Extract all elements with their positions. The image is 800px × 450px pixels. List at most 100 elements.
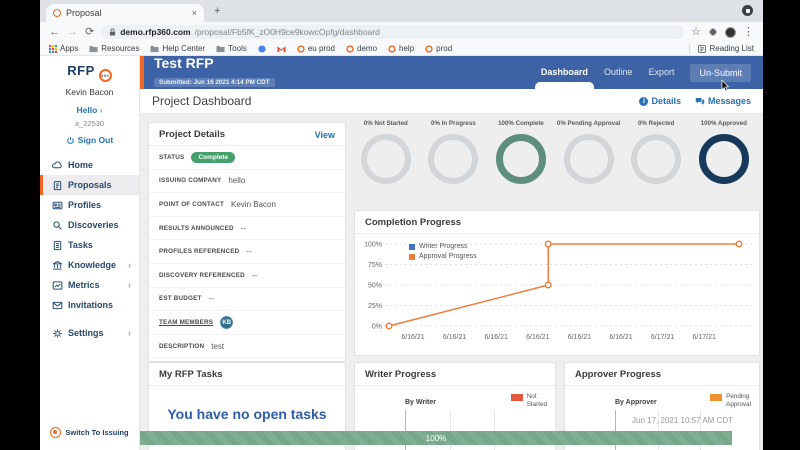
svg-text:50%: 50% <box>368 283 382 290</box>
browser-tab[interactable]: Proposal × <box>46 4 204 22</box>
detail-row: PROFILES REFERENCED -- <box>149 240 345 264</box>
page-bar: Project Dashboard i Details Messages <box>140 89 763 114</box>
un-submit-button[interactable]: Un-Submit <box>690 63 751 92</box>
back-button-icon[interactable]: ← <box>49 26 60 38</box>
account-id: a_22530 <box>74 119 105 128</box>
sidebar-item-invitations[interactable]: Invitations <box>40 295 139 315</box>
legend-item: Writer Progress <box>409 243 477 250</box>
tab-close-icon[interactable]: × <box>192 8 197 18</box>
discoveries-icon <box>52 220 63 231</box>
reading-list-label: Reading List <box>709 44 754 53</box>
last-updated-timestamp: Jun 17, 2021 10:57 AM CDT <box>632 416 733 425</box>
header-tab-dashboard[interactable]: Dashboard <box>534 56 594 89</box>
svg-text:6/16/21: 6/16/21 <box>443 334 466 341</box>
sidebar-item-settings[interactable]: Settings › <box>40 323 139 343</box>
header-tab-outline[interactable]: Outline <box>604 56 633 89</box>
progress-toast-value: 100% <box>425 433 447 443</box>
settings-icon <box>52 328 63 339</box>
detail-value: Kevin Bacon <box>231 199 276 209</box>
extensions-icon[interactable] <box>708 27 718 37</box>
detail-label: DESCRIPTION <box>159 342 205 350</box>
apps-grid-icon <box>49 44 57 53</box>
progress-ring: 0% Rejected <box>622 120 690 184</box>
reading-list-button[interactable]: Reading List <box>688 44 754 53</box>
url-bar[interactable]: demo.rfp360.com/proposal/Fb5fK_zO0H9ce9k… <box>101 25 685 39</box>
details-button[interactable]: i Details <box>639 96 681 106</box>
bookmark-item[interactable]: prod <box>425 44 452 53</box>
ring-label: 0% In Progress <box>431 120 476 127</box>
messages-button[interactable]: Messages <box>695 96 751 106</box>
tab-title: Proposal <box>66 8 102 18</box>
sidebar-item-proposals[interactable]: Proposals <box>40 175 139 195</box>
svg-text:6/16/21: 6/16/21 <box>401 334 424 341</box>
chevron-right-icon: › <box>128 280 131 290</box>
bookmark-item[interactable]: help <box>388 44 414 53</box>
progress-rings: 0% Not Started 0% In Progress 100% Complet… <box>352 120 758 184</box>
bookmark-star-icon[interactable]: ☆ <box>691 26 701 38</box>
sidebar-item-profiles[interactable]: Profiles <box>40 195 139 215</box>
detail-label: POINT OF CONTACT <box>159 200 224 208</box>
header-tab-export[interactable]: Export <box>648 56 674 89</box>
profile-avatar[interactable] <box>725 26 736 38</box>
detail-value: -- <box>246 247 252 257</box>
sidebar-item-metrics[interactable]: Metrics › <box>40 275 139 295</box>
sidebar-item-discoveries[interactable]: Discoveries <box>40 215 139 235</box>
hello-link[interactable]: Hello › <box>40 105 139 115</box>
bookmark-item[interactable]: demo <box>346 44 377 53</box>
detail-row: POINT OF CONTACT Kevin Bacon <box>149 193 345 217</box>
switch-to-issuing-button[interactable]: Switch To Issuing <box>40 427 139 438</box>
sidebar-item-tasks[interactable]: Tasks <box>40 235 139 255</box>
bookmark-item[interactable]: Help Center <box>150 44 205 53</box>
issuing-target-icon <box>50 427 62 438</box>
profiles-icon <box>52 200 63 211</box>
svg-text:100%: 100% <box>364 242 382 249</box>
detail-row: EST BUDGET -- <box>149 288 345 312</box>
rfp-favicon <box>297 44 305 53</box>
browser-toolbar: ← → ⟳ demo.rfp360.com/proposal/Fb5fK_zO0… <box>40 22 763 42</box>
app-sidebar: RFP 360 Kevin Bacon Hello › a_22530 Sign… <box>40 56 140 450</box>
ring-label: 0% Not Started <box>363 120 408 127</box>
forward-button-icon[interactable]: → <box>67 26 78 38</box>
detail-label: STATUS <box>159 153 185 161</box>
folder-icon <box>150 45 159 53</box>
detail-row: TEAM MEMBERS KB <box>149 311 345 335</box>
doc-blue-icon <box>258 44 266 53</box>
reload-button-icon[interactable]: ⟳ <box>85 26 94 38</box>
url-path: /proposal/Fb5fK_zO0H9ce9kowcOpfg/dashboa… <box>194 27 380 37</box>
invitations-icon <box>52 300 63 311</box>
project-title: Test RFP <box>154 54 214 71</box>
folder-icon <box>216 45 225 53</box>
info-icon: i <box>639 96 649 106</box>
sign-out-button[interactable]: Sign Out <box>40 135 139 145</box>
detail-row: DISCOVERY REFERENCED -- <box>149 264 345 288</box>
detail-label: RESULTS ANNOUNCED <box>159 224 234 232</box>
submitted-badge: Submitted: Jun 16 2021 4:14 PM CDT <box>154 78 275 88</box>
svg-text:25%: 25% <box>368 303 382 310</box>
sidebar-item-knowledge[interactable]: Knowledge › <box>40 255 139 275</box>
browser-menu-icon[interactable]: ⋮ <box>743 26 754 38</box>
bookmark-item[interactable] <box>258 44 266 53</box>
svg-text:6/16/21: 6/16/21 <box>568 334 591 341</box>
bookmark-item[interactable]: Tools <box>216 44 247 53</box>
progress-ring: 0% Not Started <box>352 120 420 184</box>
detail-row: ISSUING COMPANY hello <box>149 170 345 194</box>
progress-toast: 100% <box>140 431 732 445</box>
bookmark-item[interactable]: eu prod <box>297 44 335 53</box>
svg-text:6/16/21: 6/16/21 <box>485 334 508 341</box>
legend-item: Approval Progress <box>409 253 477 260</box>
team-member-avatar[interactable]: KB <box>220 315 234 329</box>
detail-label: EST BUDGET <box>159 295 202 303</box>
bookmark-item[interactable]: Apps <box>49 44 78 53</box>
bookmark-item[interactable] <box>277 45 286 53</box>
detail-row: STATUS Complete <box>149 146 345 170</box>
view-link[interactable]: View <box>315 130 335 140</box>
new-tab-button[interactable]: + <box>214 5 220 17</box>
detail-row: DESCRIPTION test <box>149 335 345 359</box>
sidebar-item-home[interactable]: Home <box>40 155 139 175</box>
rfp360-favicon-icon <box>53 9 61 17</box>
bookmark-item[interactable]: Resources <box>89 44 139 53</box>
page-title: Project Dashboard <box>152 94 252 108</box>
chevron-right-icon: › <box>128 260 131 270</box>
progress-ring: 0% Pending Approval <box>555 120 623 184</box>
pending-approval-label: Pending Approval <box>726 393 751 408</box>
